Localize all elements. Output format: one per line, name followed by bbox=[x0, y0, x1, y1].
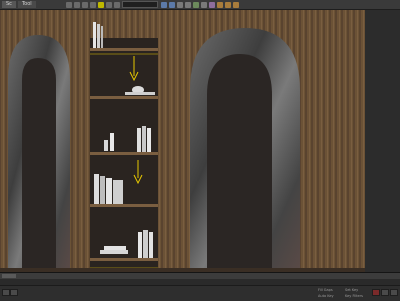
graphite-icon[interactable] bbox=[184, 1, 191, 8]
snap-icon[interactable] bbox=[97, 1, 104, 8]
rotate-icon[interactable] bbox=[81, 1, 88, 8]
render-setup-icon[interactable] bbox=[216, 1, 223, 8]
right-arch-opening bbox=[207, 54, 272, 272]
bottom-panel: Fill Gaps Auto Key Set Key Key Filters bbox=[0, 272, 400, 301]
layers-icon[interactable] bbox=[176, 1, 183, 8]
mirror-icon[interactable] bbox=[160, 1, 167, 8]
play-icon[interactable] bbox=[381, 289, 389, 296]
curve-editor-icon[interactable] bbox=[192, 1, 199, 8]
perspective-viewport[interactable] bbox=[0, 10, 400, 272]
fill-gaps-label: Fill Gaps bbox=[318, 288, 333, 292]
auto-key-label[interactable]: Auto Key bbox=[318, 294, 334, 298]
auto-key-button[interactable] bbox=[372, 289, 380, 296]
toolbar-icons bbox=[65, 1, 241, 8]
lock-icon[interactable] bbox=[10, 289, 18, 296]
tab-tools[interactable]: Tool bbox=[17, 1, 36, 8]
named-selection-field[interactable] bbox=[121, 1, 158, 8]
render-icon[interactable] bbox=[232, 1, 239, 8]
status-bar: Fill Gaps Auto Key Set Key Key Filters bbox=[0, 286, 400, 301]
tab-scene[interactable]: Sc bbox=[2, 1, 16, 8]
maxscript-icon[interactable] bbox=[2, 289, 10, 296]
rendered-frame-icon[interactable] bbox=[224, 1, 231, 8]
time-slider-handle[interactable] bbox=[2, 274, 16, 278]
key-filters-label[interactable]: Key Filters bbox=[345, 294, 363, 298]
scale-icon[interactable] bbox=[89, 1, 96, 8]
main-toolbar: Sc Tool bbox=[0, 0, 400, 10]
schematic-icon[interactable] bbox=[200, 1, 207, 8]
angle-snap-icon[interactable] bbox=[105, 1, 112, 8]
move-icon[interactable] bbox=[73, 1, 80, 8]
select-icon[interactable] bbox=[65, 1, 72, 8]
track-bar[interactable] bbox=[0, 279, 400, 286]
left-arch-opening bbox=[22, 58, 56, 272]
align-icon[interactable] bbox=[168, 1, 175, 8]
material-editor-icon[interactable] bbox=[208, 1, 215, 8]
percent-snap-icon[interactable] bbox=[113, 1, 120, 8]
next-frame-icon[interactable] bbox=[390, 289, 398, 296]
viewport-scene bbox=[0, 10, 400, 272]
set-key-label[interactable]: Set Key bbox=[345, 288, 358, 292]
